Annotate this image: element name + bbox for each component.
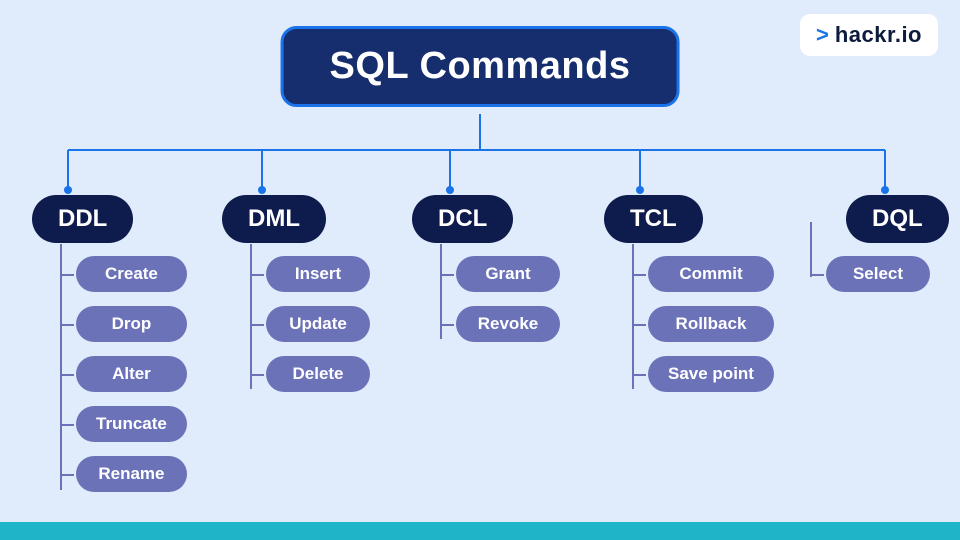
leaf-truncate: Truncate: [76, 406, 187, 442]
tick: [60, 424, 74, 426]
leaf-select: Select: [826, 256, 930, 292]
category-dcl: DCL: [412, 195, 513, 243]
leaf-savepoint: Save point: [648, 356, 774, 392]
category-ddl: DDL: [32, 195, 133, 243]
tick: [632, 324, 646, 326]
tick: [810, 274, 824, 276]
stem-dql: [810, 222, 812, 277]
leaf-rename: Rename: [76, 456, 187, 492]
tick: [60, 324, 74, 326]
tick: [440, 274, 454, 276]
leaf-alter: Alter: [76, 356, 187, 392]
leaf-update: Update: [266, 306, 370, 342]
items-dql: Select: [826, 256, 930, 292]
tick: [60, 474, 74, 476]
tick: [632, 374, 646, 376]
tick: [250, 324, 264, 326]
category-dml: DML: [222, 195, 326, 243]
leaf-rollback: Rollback: [648, 306, 774, 342]
tick: [250, 374, 264, 376]
items-tcl: Commit Rollback Save point: [648, 256, 774, 392]
tick: [632, 274, 646, 276]
stem-ddl: [60, 244, 62, 490]
leaf-drop: Drop: [76, 306, 187, 342]
tick: [60, 274, 74, 276]
brand-logo: > hackr.io: [800, 14, 938, 56]
leaf-insert: Insert: [266, 256, 370, 292]
root-node-sql-commands: SQL Commands: [281, 26, 680, 107]
leaf-revoke: Revoke: [456, 306, 560, 342]
items-ddl: Create Drop Alter Truncate Rename: [76, 256, 187, 492]
brand-text: hackr.io: [835, 22, 922, 48]
leaf-delete: Delete: [266, 356, 370, 392]
stem-dml: [250, 244, 252, 389]
footer-bar: [0, 522, 960, 540]
tick: [440, 324, 454, 326]
leaf-commit: Commit: [648, 256, 774, 292]
leaf-grant: Grant: [456, 256, 560, 292]
category-dql: DQL: [846, 195, 949, 243]
category-tcl: TCL: [604, 195, 703, 243]
items-dml: Insert Update Delete: [266, 256, 370, 392]
leaf-create: Create: [76, 256, 187, 292]
tick: [250, 274, 264, 276]
chevron-icon: >: [816, 22, 829, 48]
stem-tcl: [632, 244, 634, 389]
items-dcl: Grant Revoke: [456, 256, 560, 342]
tick: [60, 374, 74, 376]
